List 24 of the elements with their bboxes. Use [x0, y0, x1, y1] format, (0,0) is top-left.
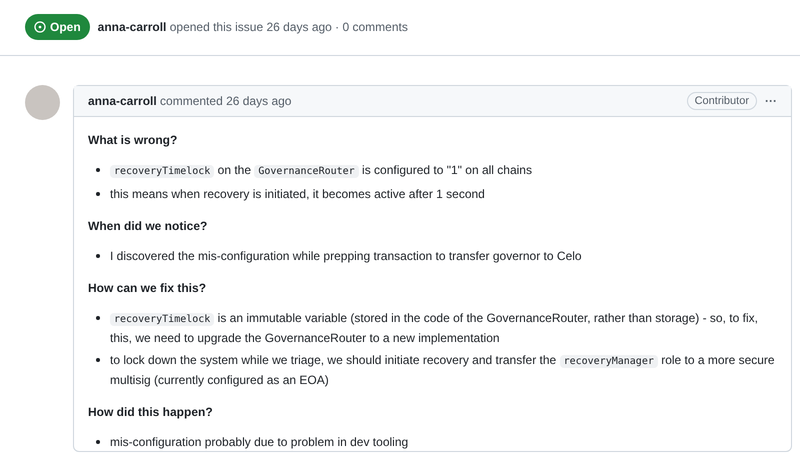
- section-heading: When did we notice?: [88, 218, 208, 235]
- list-item-text: to lock down the system while we triage, we should initiate recovery and transfer the recoveryManager role to a more secure multisig (currently configured as an EOA): [110, 352, 776, 389]
- status-badge: Open: [25, 14, 90, 40]
- author-link[interactable]: anna-carroll: [88, 92, 157, 110]
- list-item-text: this means when recovery is initiated, it becomes active after 1 second: [110, 186, 485, 203]
- contributor-label: Contributor: [686, 92, 757, 110]
- bullet-icon: [96, 168, 100, 172]
- section-heading: How did this happen?: [88, 404, 214, 421]
- list-item-text: recoveryTimelock on the GovernanceRouter is configured to "1" on all chains: [110, 161, 532, 181]
- bullet-icon: [96, 358, 100, 362]
- avatar: [25, 85, 60, 120]
- comment-time: commented 26 days ago: [160, 93, 292, 110]
- list-item-text: I discovered the mis-configuration while prepping transaction to transfer governor to Celo: [110, 248, 582, 265]
- section-heading: How can we fix this?: [88, 280, 208, 297]
- open-circle-icon: [34, 21, 46, 33]
- bullet-icon: [96, 192, 100, 196]
- issue-meta: opened this issue 26 days ago · 0 comments: [170, 20, 408, 34]
- bullet-icon: [96, 440, 100, 444]
- list-item-text: mis-configuration probably due to problem in dev tooling: [110, 434, 408, 451]
- more-options-button[interactable]: ···: [765, 92, 777, 110]
- bullet-icon: [96, 254, 100, 258]
- author-link[interactable]: anna-carroll: [98, 20, 166, 34]
- section-heading: What is wrong?: [88, 132, 178, 149]
- bullet-icon: [96, 316, 100, 320]
